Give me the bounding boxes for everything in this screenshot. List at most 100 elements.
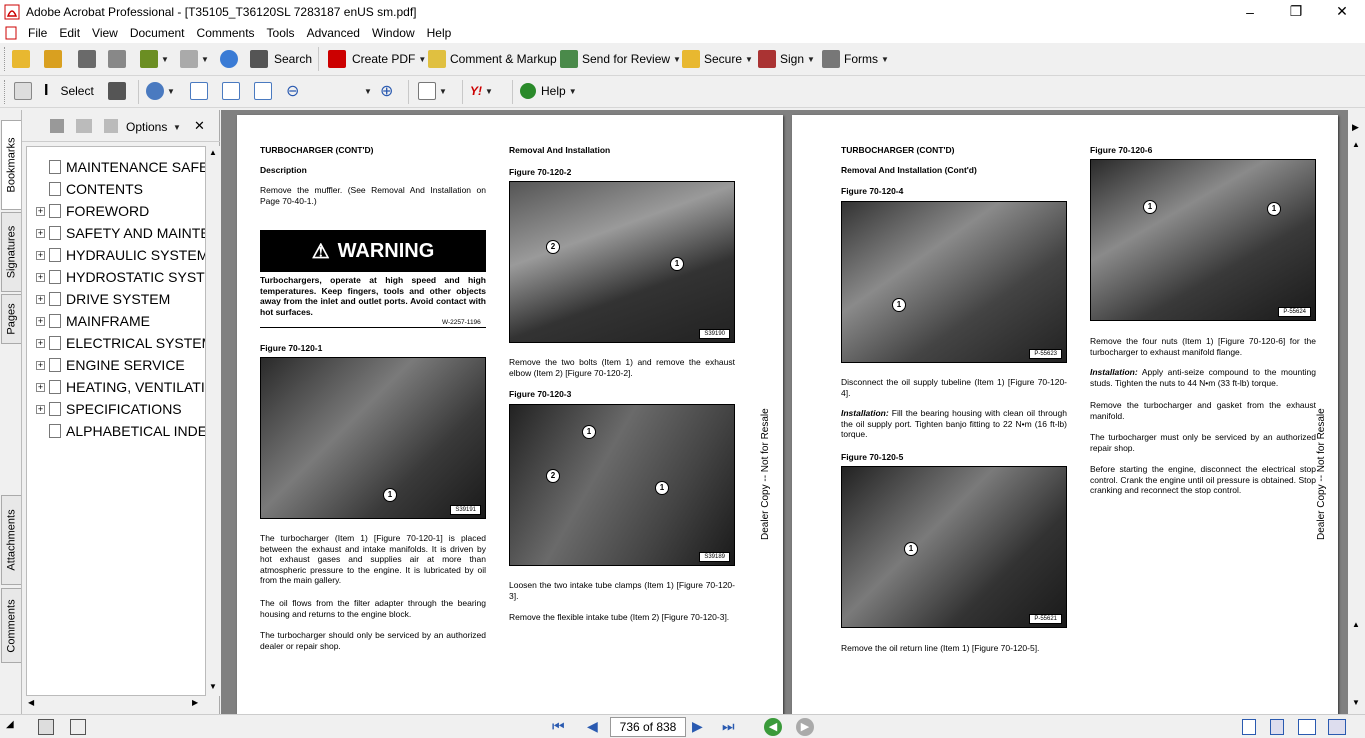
fit-width-button[interactable] bbox=[254, 79, 272, 103]
expand-icon[interactable]: + bbox=[36, 360, 45, 370]
menu-tools[interactable]: Tools bbox=[261, 23, 301, 43]
minimize-button[interactable]: – bbox=[1227, 0, 1273, 23]
expand-icon[interactable]: + bbox=[36, 250, 45, 260]
forms-button[interactable]: Forms ▼ bbox=[822, 47, 889, 71]
search-button[interactable]: Search bbox=[250, 47, 312, 71]
scroll-left-icon[interactable]: ◀ bbox=[28, 698, 34, 707]
facing-pages-icon[interactable] bbox=[1298, 719, 1316, 735]
yahoo-button[interactable]: Y! ▼ bbox=[470, 79, 493, 103]
continuous-icon[interactable] bbox=[1270, 719, 1284, 735]
document-properties-icon[interactable] bbox=[70, 719, 86, 735]
zoom-dropdown[interactable]: ▼ bbox=[361, 79, 372, 103]
menu-comments[interactable]: Comments bbox=[191, 23, 261, 43]
comment-markup-button[interactable]: Comment & Markup▼ bbox=[428, 47, 568, 71]
bookmark-properties-icon[interactable] bbox=[76, 119, 92, 133]
bookmark-item[interactable]: + SPECIFICATIONS bbox=[27, 399, 182, 419]
close-panel-icon[interactable]: ✕ bbox=[194, 118, 205, 134]
snapshot-button[interactable] bbox=[108, 79, 126, 103]
close-button[interactable]: ✕ bbox=[1319, 0, 1365, 23]
scroll-up-icon[interactable]: ▲ bbox=[1352, 620, 1360, 629]
tab-pages[interactable]: Pages bbox=[1, 294, 21, 344]
tab-attachments[interactable]: Attachments bbox=[1, 495, 21, 585]
menu-window[interactable]: Window bbox=[366, 23, 421, 43]
create-pdf-button[interactable]: Create PDF ▼ bbox=[328, 47, 426, 71]
bookmark-item[interactable]: + MAINFRAME bbox=[27, 311, 150, 331]
expand-icon[interactable]: + bbox=[36, 316, 45, 326]
single-page-icon[interactable] bbox=[1242, 719, 1256, 735]
zoom-out-button[interactable]: ⊖ bbox=[286, 79, 299, 103]
print-button[interactable] bbox=[108, 47, 126, 71]
figure-70-120-3: 1 1 2 S39189 bbox=[509, 404, 735, 566]
bookmark-item[interactable]: + HYDROSTATIC SYSTE bbox=[27, 267, 205, 287]
bookmark-item[interactable]: ALPHABETICAL INDEX bbox=[27, 421, 205, 441]
attach-button[interactable]: ▼ bbox=[180, 47, 209, 71]
scroll-up-icon[interactable]: ▲ bbox=[209, 148, 217, 157]
go-back-icon[interactable]: ◀ bbox=[764, 718, 782, 736]
tab-comments[interactable]: Comments bbox=[1, 588, 21, 663]
actual-size-button[interactable] bbox=[190, 79, 208, 103]
secure-button[interactable]: Secure ▼ bbox=[682, 47, 753, 71]
expand-icon[interactable]: + bbox=[36, 272, 45, 282]
bookmark-item[interactable]: CONTENTS bbox=[27, 179, 143, 199]
organizer-button[interactable] bbox=[44, 47, 62, 71]
menu-document[interactable]: Document bbox=[124, 23, 191, 43]
tab-bookmarks[interactable]: Bookmarks bbox=[1, 120, 21, 210]
rotate-button[interactable]: ▼ bbox=[418, 79, 447, 103]
bookmark-item[interactable]: + ELECTRICAL SYSTEM bbox=[27, 333, 206, 353]
select-tool-button[interactable]: I Select bbox=[44, 79, 94, 103]
bookmark-item[interactable]: + ENGINE SERVICE bbox=[27, 355, 185, 375]
email-button[interactable]: ▼ bbox=[140, 47, 169, 71]
bookmark-item[interactable]: + HEATING, VENTILATIC bbox=[27, 377, 205, 397]
menu-view[interactable]: View bbox=[86, 23, 124, 43]
fit-page-button[interactable] bbox=[222, 79, 240, 103]
new-bookmark-icon[interactable] bbox=[104, 119, 118, 133]
help-button[interactable]: Help ▼ bbox=[520, 79, 577, 103]
bookmark-vertical-scrollbar[interactable]: ▲ ▼ bbox=[206, 146, 220, 696]
zoom-tool-button[interactable]: ▼ bbox=[146, 79, 175, 103]
previous-page-icon[interactable]: ◀ bbox=[587, 718, 598, 735]
last-page-icon[interactable]: ⏭ bbox=[722, 718, 735, 735]
scroll-down-icon[interactable]: ▼ bbox=[209, 682, 217, 691]
bookmark-horizontal-scrollbar[interactable]: ◀ ▶ bbox=[26, 696, 206, 710]
expand-icon[interactable]: + bbox=[36, 228, 45, 238]
scroll-down-icon[interactable]: ▼ bbox=[1352, 698, 1360, 707]
expand-icon[interactable]: + bbox=[36, 338, 45, 348]
expand-icon[interactable]: + bbox=[36, 382, 45, 392]
document-vertical-scrollbar[interactable]: ▶ ▲ ▲ ▼ bbox=[1348, 110, 1365, 714]
page-thumbnail-icon[interactable] bbox=[38, 719, 54, 735]
first-page-icon[interactable]: ⏮ bbox=[552, 718, 565, 735]
fit-page-icon bbox=[222, 82, 240, 100]
bookmark-label: ELECTRICAL SYSTEM bbox=[66, 335, 206, 351]
scroll-up-icon[interactable]: ▲ bbox=[1352, 140, 1360, 149]
bookmark-item[interactable]: + SAFETY AND MAINTE bbox=[27, 223, 205, 243]
tab-signatures[interactable]: Signatures bbox=[1, 212, 21, 292]
options-menu[interactable]: Options bbox=[126, 120, 167, 134]
open-button[interactable] bbox=[12, 47, 30, 71]
menu-edit[interactable]: Edit bbox=[53, 23, 86, 43]
next-page-icon[interactable]: ▶ bbox=[692, 718, 703, 735]
continuous-facing-icon[interactable] bbox=[1328, 719, 1346, 735]
zoom-in-button[interactable]: ⊕ bbox=[380, 79, 393, 103]
sign-button[interactable]: Sign ▼ bbox=[758, 47, 815, 71]
menu-advanced[interactable]: Advanced bbox=[301, 23, 366, 43]
web-search-button[interactable] bbox=[220, 47, 238, 71]
page-indicator[interactable]: 736 of 838 bbox=[610, 717, 686, 737]
bookmark-item[interactable]: + HYDRAULIC SYSTEM bbox=[27, 245, 205, 265]
go-forward-icon[interactable]: ▶ bbox=[796, 718, 814, 736]
expand-icon[interactable]: + bbox=[36, 206, 45, 216]
delete-bookmark-icon[interactable] bbox=[50, 119, 64, 133]
bookmark-item[interactable]: MAINTENANCE SAFE bbox=[27, 157, 205, 177]
menu-help[interactable]: Help bbox=[421, 23, 458, 43]
bookmark-item[interactable]: + DRIVE SYSTEM bbox=[27, 289, 170, 309]
save-button[interactable] bbox=[78, 47, 96, 71]
scroll-right-icon[interactable]: ▶ bbox=[1352, 122, 1359, 133]
send-review-button[interactable]: Send for Review ▼ bbox=[560, 47, 681, 71]
document-view[interactable]: TURBOCHARGER (CONT'D) Description Remove… bbox=[221, 110, 1348, 714]
restore-button[interactable]: ❐ bbox=[1273, 0, 1319, 23]
expand-icon[interactable]: + bbox=[36, 404, 45, 414]
menu-file[interactable]: File bbox=[22, 23, 53, 43]
expand-icon[interactable]: + bbox=[36, 294, 45, 304]
hand-tool-button[interactable] bbox=[14, 79, 32, 103]
scroll-right-icon[interactable]: ▶ bbox=[192, 698, 198, 707]
bookmark-item[interactable]: + FOREWORD bbox=[27, 201, 149, 221]
